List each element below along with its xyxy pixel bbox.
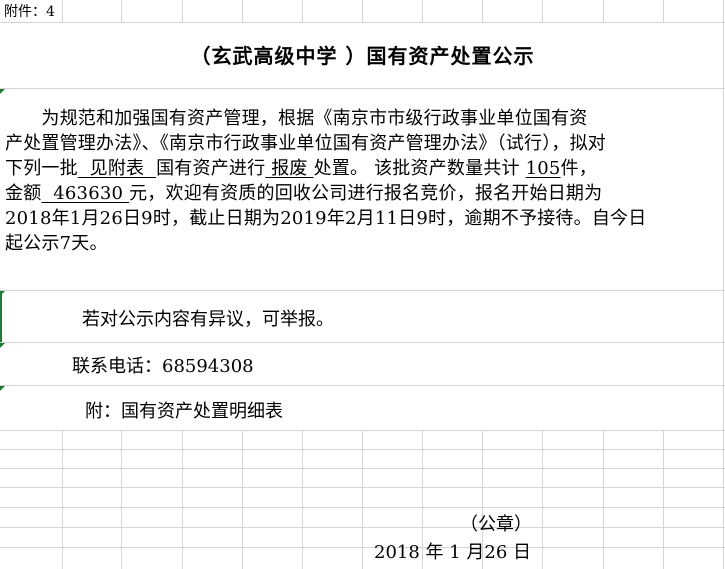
attachment-label: 附件：4 <box>4 4 55 20</box>
underlined-item: 见附表 <box>77 158 157 179</box>
text-c: 处置。 该批资产数量共计 <box>313 158 526 179</box>
notice-line-2: 产处置管理办法》、《南京市行政事业单位国有资产管理办法》（试行），拟对 <box>5 133 606 154</box>
spreadsheet-grid <box>0 0 725 569</box>
notice-line-5: 2018年1月26日9时，截止日期为2019年2月11日9时，逾期不予接待。自今… <box>5 208 647 229</box>
text-amount-rest: 元，欢迎有资质的回收公司进行报名竞价，报名开始日期为 <box>129 183 603 204</box>
text-a: 下列一批 <box>5 158 78 179</box>
page-title: （玄武高级中学 ）国有资产处置公示 <box>190 44 535 68</box>
underlined-method: 报废 <box>265 158 314 179</box>
contact-phone: 联系电话：68594308 <box>72 356 254 377</box>
notice-line-3: 下列一批 见附表 国有资产进行 报废 处置。 该批资产数量共计 105件， <box>5 156 723 181</box>
notice-line-6: 起公示7天。 <box>5 233 108 254</box>
seal-text: （公章） <box>460 514 532 535</box>
date-text: 2018 年 1 月26 日 <box>374 542 532 563</box>
notice-line-1: 为规范和加强国有资产管理，根据《南京市市级行政事业单位国有资 <box>5 108 588 129</box>
text-b: 国有资产进行 <box>156 158 266 179</box>
annex-text: 附：国有资产处置明细表 <box>85 401 283 422</box>
objection-text: 若对公示内容有异议，可举报。 <box>82 309 334 330</box>
text-d: 件， <box>560 158 597 179</box>
notice-line-4: 金额 463630 元，欢迎有资质的回收公司进行报名竞价，报名开始日期为 <box>5 181 723 206</box>
text-amount-label: 金额 <box>5 183 42 204</box>
notice-paragraph: 为规范和加强国有资产管理，根据《南京市市级行政事业单位国有资 产处置管理办法》、… <box>5 106 723 256</box>
underlined-amount: 463630 <box>41 183 130 204</box>
underlined-quantity: 105 <box>525 158 561 179</box>
